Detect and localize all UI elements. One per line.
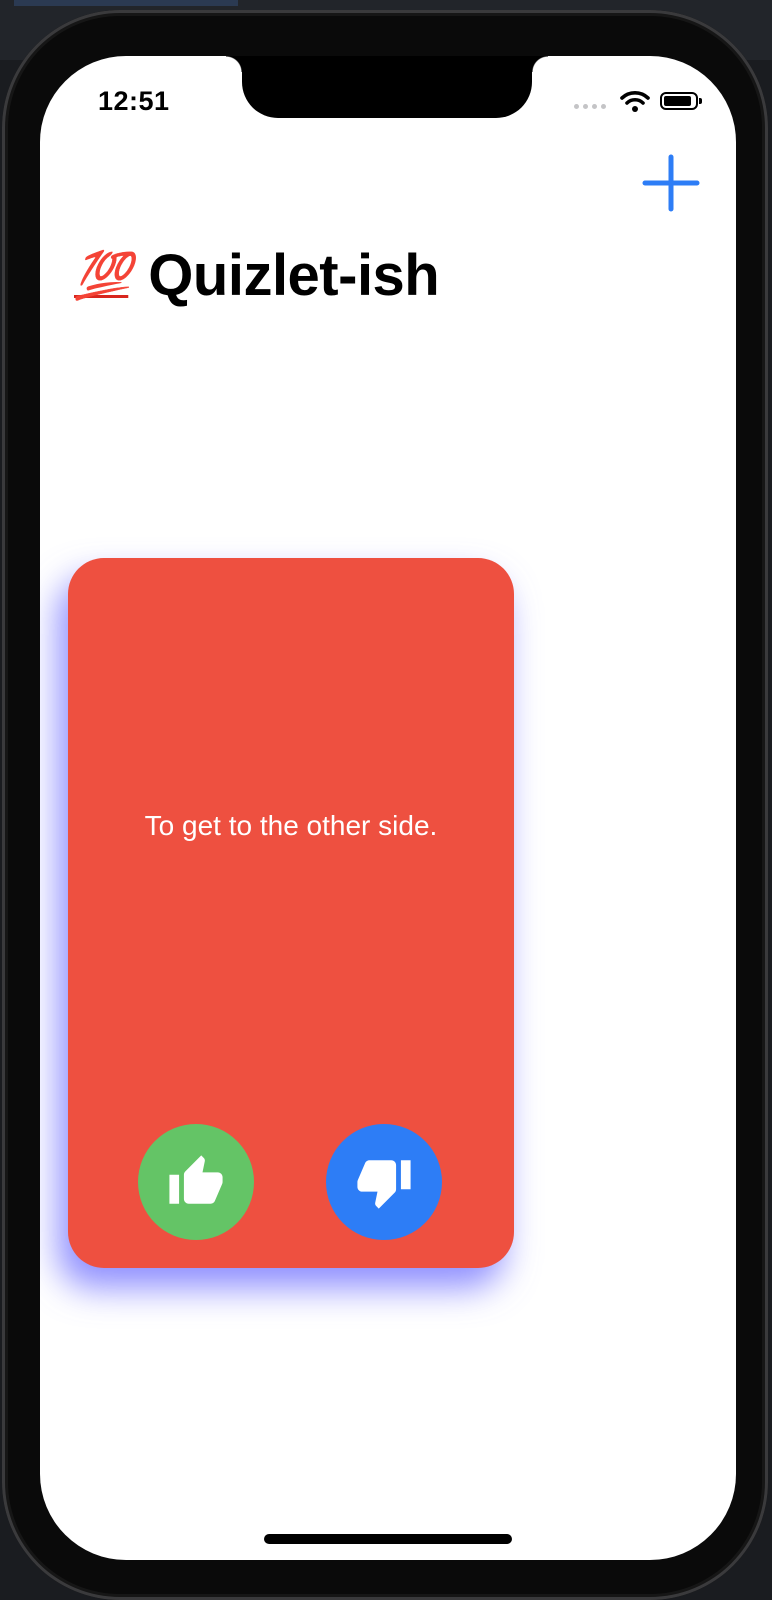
card-answer-text: To get to the other side.	[144, 810, 438, 841]
cellular-signal-icon	[574, 103, 606, 109]
battery-level	[664, 96, 691, 106]
phone-frame: 12:51 💯 Quizlet-ish To get to the other …	[2, 10, 768, 1600]
status-time: 12:51	[98, 86, 170, 116]
title-text: Quizlet-ish	[148, 243, 440, 308]
plus-icon	[642, 154, 700, 212]
thumbs-up-icon	[169, 1155, 223, 1204]
home-indicator[interactable]	[264, 1534, 512, 1544]
thumbs-down-icon	[357, 1160, 411, 1209]
battery-icon	[660, 92, 702, 110]
thumbs-down-button[interactable]	[326, 1124, 442, 1240]
page-title: 💯 Quizlet-ish	[74, 242, 440, 309]
wifi-icon	[620, 91, 650, 112]
thumbs-up-button[interactable]	[138, 1124, 254, 1240]
flashcard[interactable]: To get to the other side.	[68, 558, 514, 1268]
add-card-button[interactable]	[640, 152, 702, 214]
status-icons	[574, 90, 702, 112]
editor-tab	[14, 0, 238, 6]
notch	[226, 56, 548, 118]
app-screen: 12:51 💯 Quizlet-ish To get to the other …	[40, 56, 736, 1560]
hundred-points-icon: 💯	[74, 248, 131, 302]
